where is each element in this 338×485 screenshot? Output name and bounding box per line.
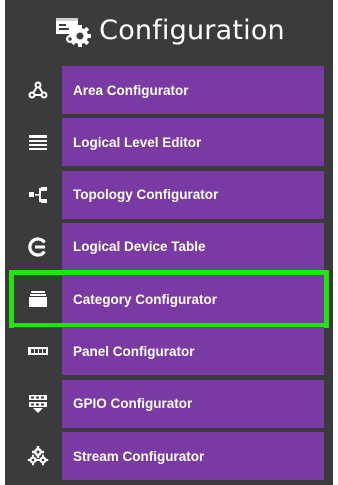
configurator-menu: Area Configurator Logical Level Editor T… [9, 66, 329, 484]
menu-item-label: Topology Configurator [73, 187, 219, 203]
menu-item-logical-level-editor[interactable]: Logical Level Editor [14, 118, 324, 167]
menu-item-gpio-configurator[interactable]: GPIO Configurator [14, 379, 324, 428]
gpio-icon [14, 379, 62, 428]
topology-icon [14, 170, 62, 219]
configuration-gears-icon [56, 18, 92, 47]
page-title: Configuration [99, 14, 285, 46]
menu-item-category-configurator[interactable]: Category Configurator [9, 270, 329, 329]
stream-gears-icon [14, 432, 62, 481]
menu-item-area-configurator[interactable]: Area Configurator [14, 66, 324, 114]
panel-header: Configuration [5, 0, 333, 60]
menu-item-stream-configurator[interactable]: Stream Configurator [14, 432, 324, 481]
area-nodes-icon [14, 66, 62, 114]
menu-item-label: Category Configurator [73, 291, 218, 307]
menu-item-label: Logical Device Table [73, 239, 206, 255]
panel-icon [14, 327, 62, 376]
menu-item-label: Panel Configurator [73, 343, 195, 359]
menu-item-logical-device-table[interactable]: Logical Device Table [14, 222, 324, 271]
menu-item-label: Logical Level Editor [73, 134, 202, 150]
menu-item-topology-configurator[interactable]: Topology Configurator [14, 170, 324, 219]
menu-item-label: Area Configurator [73, 82, 189, 98]
menu-item-panel-configurator[interactable]: Panel Configurator [14, 327, 324, 376]
menu-item-label: Stream Configurator [73, 448, 205, 464]
layers-icon [14, 118, 62, 167]
menu-item-label: GPIO Configurator [73, 396, 193, 412]
category-icon [14, 275, 62, 324]
configuration-panel: Configuration Area Configurator Logical … [5, 0, 333, 485]
logical-device-icon [14, 222, 62, 271]
